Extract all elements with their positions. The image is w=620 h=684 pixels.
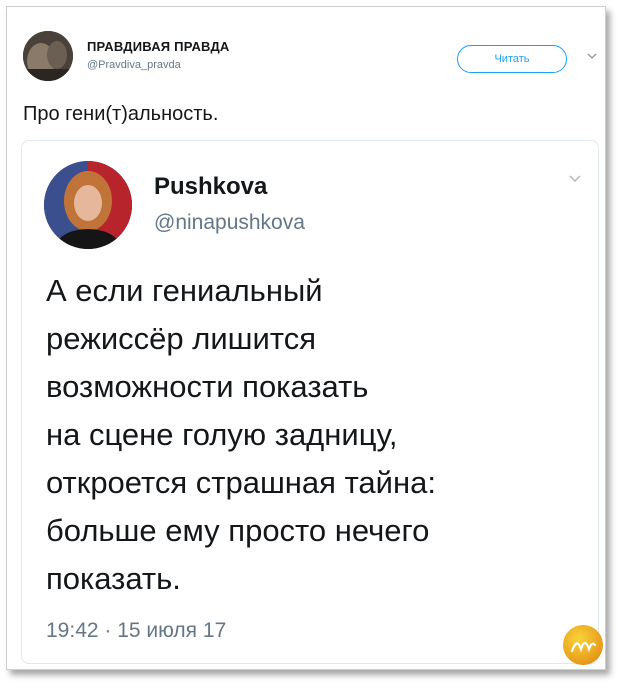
chevron-down-icon[interactable] xyxy=(587,51,597,61)
outer-author-handle[interactable]: @Pravdiva_pravda xyxy=(87,59,181,71)
mika-logo-icon xyxy=(563,625,603,665)
tweet-screenshot-frame: ПРАВДИВАЯ ПРАВДА @Pravdiva_pravda Читать… xyxy=(6,6,606,670)
quoted-author-avatar[interactable] xyxy=(44,161,132,249)
quoted-tweet-text: А если гениальный режиссёр лишится возмо… xyxy=(46,273,436,596)
chevron-down-icon[interactable] xyxy=(568,171,582,185)
outer-author-avatar[interactable] xyxy=(23,31,73,81)
logo-mark xyxy=(570,641,597,653)
outer-author-name[interactable]: ПРАВДИВАЯ ПРАВДА xyxy=(87,39,230,54)
quoted-tweet-card[interactable]: Pushkova @ninapushkova А если гениальный… xyxy=(21,140,599,664)
outer-tweet-text: Про гени(т)альность. xyxy=(23,103,219,125)
avatar-image xyxy=(23,31,73,81)
quoted-author-name[interactable]: Pushkova xyxy=(154,173,267,201)
quoted-author-handle[interactable]: @ninapushkova xyxy=(154,211,305,235)
quoted-tweet-timestamp[interactable]: 19:42 · 15 июля 17 xyxy=(46,619,226,643)
avatar-image xyxy=(44,161,132,249)
follow-button[interactable]: Читать xyxy=(457,45,567,73)
